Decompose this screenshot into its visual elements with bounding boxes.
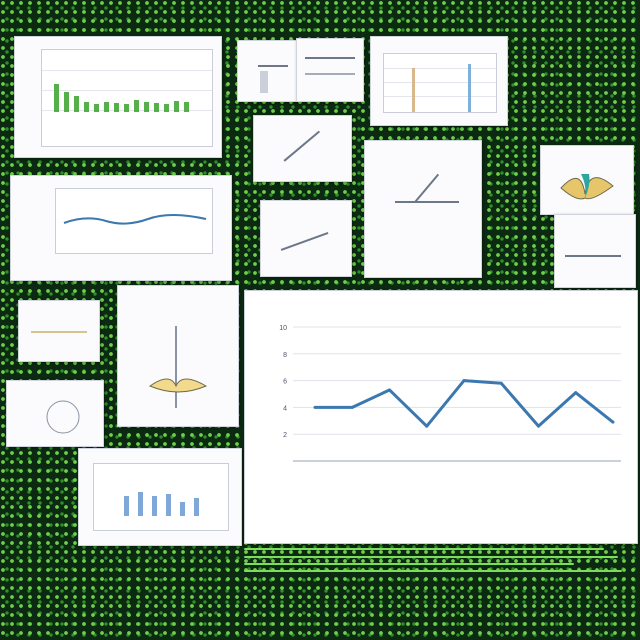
leaf-illustration-icon <box>560 174 614 200</box>
y-tick-label: 4 <box>283 405 287 412</box>
y-axis-ticks: 2 4 6 8 10 <box>279 325 287 439</box>
thumbnail-bar-chart-card <box>370 36 508 126</box>
data-point <box>499 381 503 385</box>
data-point <box>313 405 317 409</box>
y-tick-label: 6 <box>283 379 287 386</box>
line-chart: 2 4 6 8 10 <box>279 325 621 462</box>
thumbnail-chart-card <box>253 115 352 182</box>
thumbnail-chart-card <box>554 214 636 288</box>
grass-blade <box>244 570 622 572</box>
data-point <box>425 424 429 428</box>
main-line-chart-card: 2 4 6 8 10 <box>244 290 638 544</box>
y-tick-label: 10 <box>279 325 287 332</box>
y-tick-label: 2 <box>283 432 287 439</box>
data-point <box>611 420 615 424</box>
thumbnail-line-icon <box>63 214 207 225</box>
data-point <box>462 379 466 383</box>
thumbnail-line-chart-card <box>10 175 232 281</box>
data-point <box>388 388 391 392</box>
thumbnail-chart-card <box>6 380 104 447</box>
thumbnail-chart-card <box>18 300 100 362</box>
leaf-illustration-icon <box>148 326 208 408</box>
thumbnail-illustration-card <box>540 145 634 215</box>
thumbnail-illustration-card <box>117 285 239 427</box>
grass-blade <box>244 563 574 565</box>
data-point <box>350 405 354 409</box>
thumbnail-bar-chart-card <box>78 448 242 546</box>
data-point <box>574 391 578 395</box>
thumbnail-chart-card <box>364 140 482 278</box>
y-tick-label: 8 <box>283 352 287 359</box>
line-series <box>313 379 615 428</box>
gridlines <box>293 326 621 462</box>
thumbnail-chart-card <box>260 200 352 277</box>
data-point <box>537 424 540 428</box>
thumbnail-chart-card <box>237 40 297 102</box>
grass-blade <box>244 556 618 558</box>
grass-blade <box>244 548 604 550</box>
circle-diagram-icon <box>46 400 80 434</box>
series-line <box>315 379 614 428</box>
thumbnail-chart-card <box>296 38 364 102</box>
thumbnail-bar-chart-card <box>14 36 222 158</box>
